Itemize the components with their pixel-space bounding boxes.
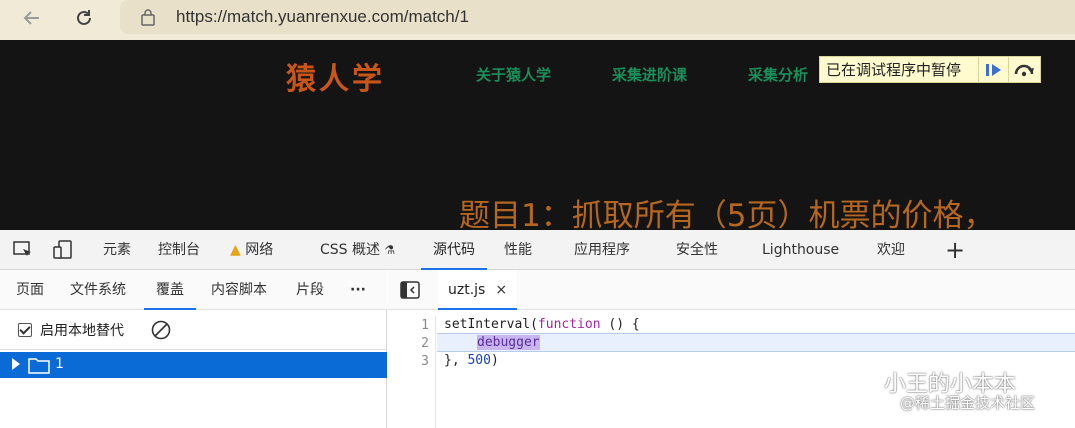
web-page: 猿人学 关于猿人学 采集进阶课 采集分析 已在调试程序中暂停 题目1：抓取所有（… [0, 40, 1075, 230]
code-rest: () { [600, 317, 640, 332]
watermark-subtitle: @稀土掘金技术社区 [900, 394, 1036, 412]
step-over-icon[interactable] [1008, 57, 1038, 82]
file-tab-label: uzt.js [448, 282, 486, 298]
line-gutter: 1 2 3 [388, 316, 436, 428]
code-line-3: }, 500) [444, 352, 499, 370]
debugger-paused-overlay: 已在调试程序中暂停 [819, 56, 1041, 83]
device-emulation-icon[interactable] [52, 239, 74, 261]
url-text[interactable]: https://match.yuanrenxue.com/match/1 [176, 7, 469, 27]
code-close: }, [444, 353, 468, 368]
tab-elements[interactable]: 元素 [103, 230, 131, 270]
subtab-page[interactable]: 页面 [16, 270, 44, 310]
code-number: 500 [467, 353, 491, 368]
reload-icon[interactable] [66, 2, 102, 34]
folder-label: 1 [55, 356, 64, 372]
code-paren: ) [490, 353, 499, 368]
tab-application[interactable]: 应用程序 [574, 230, 630, 270]
tab-security[interactable]: 安全性 [676, 230, 718, 270]
toggle-navigator-icon[interactable] [400, 281, 420, 299]
clear-configuration-icon[interactable] [150, 319, 172, 341]
enable-overrides-label[interactable]: 启用本地替代 [40, 320, 124, 340]
tab-network[interactable]: ▲ 网络 [230, 230, 273, 270]
line-number[interactable]: 3 [421, 354, 429, 369]
tab-lighthouse[interactable]: Lighthouse [762, 230, 839, 270]
close-tab-icon[interactable]: × [495, 282, 507, 298]
expand-arrow-icon[interactable] [12, 358, 20, 370]
page-headline: 题目1：抓取所有（5页）机票的价格， [459, 198, 995, 230]
lock-icon[interactable] [140, 8, 156, 26]
wechat-icon [840, 370, 874, 392]
tab-css-overview[interactable]: CSS 概述 ⚗ [320, 230, 395, 270]
enable-overrides-checkbox[interactable] [18, 323, 32, 337]
subtab-overrides[interactable]: 覆盖 [144, 270, 196, 310]
warning-icon: ▲ [230, 242, 241, 258]
add-tab-icon[interactable]: + [945, 230, 965, 270]
tab-network-label: 网络 [245, 242, 274, 258]
subtab-snippets[interactable]: 片段 [296, 270, 324, 310]
debugger-statement: debugger [477, 335, 540, 350]
subtab-content-scripts[interactable]: 内容脚本 [211, 270, 267, 310]
devtools-tabbar: 元素 控制台 ▲ 网络 CSS 概述 ⚗ 源代码 性能 应用程序 安全性 Lig… [0, 230, 1075, 270]
sources-navigator: 页面 文件系统 覆盖 内容脚本 片段 ··· 启用本地替代 1 [0, 270, 387, 428]
code-line-1: setInterval(function () { [444, 316, 640, 334]
folder-icon [28, 356, 50, 374]
line-number[interactable]: 2 [421, 336, 429, 351]
flask-icon: ⚗ [384, 243, 396, 257]
tab-welcome[interactable]: 欢迎 [877, 230, 905, 270]
tab-css-overview-label: CSS 概述 [320, 242, 380, 258]
code-keyword: function [537, 317, 601, 332]
nav-link-advanced-course[interactable]: 采集进阶课 [612, 64, 687, 85]
paused-label: 已在调试程序中暂停 [826, 61, 962, 79]
code-fn: setInterval( [444, 317, 538, 332]
nav-link-about[interactable]: 关于猿人学 [476, 64, 551, 85]
nav-link-analysis[interactable]: 采集分析 [748, 64, 808, 85]
navigator-tabbar: 页面 文件系统 覆盖 内容脚本 片段 ··· [0, 270, 387, 310]
editor-tabbar: uzt.js × [388, 270, 1075, 310]
back-arrow-icon[interactable] [14, 2, 50, 34]
tab-console[interactable]: 控制台 [158, 230, 200, 270]
tab-performance[interactable]: 性能 [504, 230, 532, 270]
resume-icon[interactable] [978, 57, 1008, 82]
line-number[interactable]: 1 [421, 318, 429, 333]
more-tabs-icon[interactable]: ··· [350, 270, 366, 310]
code-line-2: debugger [477, 334, 540, 352]
subtab-filesystem[interactable]: 文件系统 [70, 270, 126, 310]
site-logo[interactable]: 猿人学 [286, 54, 385, 98]
browser-toolbar: https://match.yuanrenxue.com/match/1 [0, 0, 1075, 40]
tree-folder-row[interactable]: 1 [0, 352, 387, 378]
watermark: 小王的小本本 @稀土掘金技术社区 [840, 366, 1070, 414]
file-tab-uzt[interactable]: uzt.js × [438, 270, 518, 310]
tab-sources[interactable]: 源代码 [421, 230, 487, 270]
inspect-element-icon[interactable] [12, 239, 34, 261]
overrides-toolbar: 启用本地替代 [0, 310, 387, 350]
